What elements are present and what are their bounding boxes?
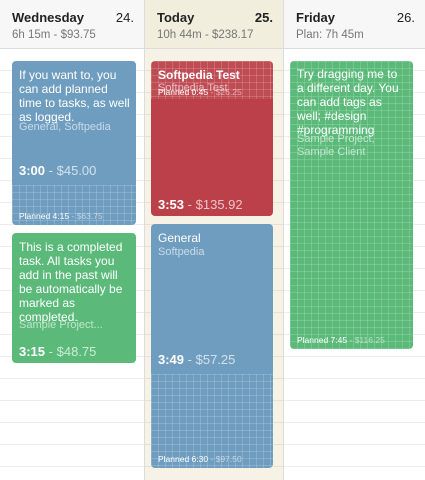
task-planned: Planned 6:30 - $97.50	[158, 454, 242, 464]
task-planned: Planned 4:15 - $63.75	[19, 211, 103, 221]
day-date: 24.	[115, 10, 134, 25]
task-planned: Planned 7:45 - $116.25	[297, 335, 385, 345]
task-title: Try dragging me to a different day. You …	[297, 67, 399, 137]
day-summary: 10h 44m - $238.17	[157, 29, 254, 41]
task-amount: $48.75	[56, 344, 97, 359]
separator: -	[349, 335, 353, 345]
day-header: Friday 26. Plan: 7h 45m	[284, 0, 425, 49]
task-project: Sample Project, Sample Client	[297, 133, 375, 158]
task-time: 3:15	[19, 344, 46, 359]
task-project: General, Softpedia	[19, 121, 111, 133]
task-amount: $135.92	[195, 197, 243, 212]
task-amount: $57.25	[195, 352, 236, 367]
task-title: General	[158, 231, 201, 245]
separator: -	[71, 211, 75, 221]
task-card[interactable]: Softpedia Test Softpedia Test Planned 0:…	[151, 61, 273, 216]
task-project: Softpedia	[158, 246, 205, 258]
task-logged-time: 3:49 - $57.25	[158, 352, 235, 367]
day-summary: Plan: 7h 45m	[296, 29, 364, 41]
task-title: Softpedia Test	[158, 68, 240, 82]
task-amount: $45.00	[56, 163, 97, 178]
task-time: 3:49	[158, 352, 185, 367]
task-planned: Planned 0:45 - $26.25	[158, 87, 242, 97]
day-summary: 6h 15m - $93.75	[12, 29, 96, 41]
task-card[interactable]: General Softpedia 3:49 - $57.25 Planned …	[151, 224, 273, 468]
day-column-today: Today 25. 10h 44m - $238.17 Softpedia Te…	[145, 0, 284, 480]
task-logged-time: 3:53 - $135.92	[158, 197, 243, 212]
task-card[interactable]: If you want to, you can add planned time…	[12, 61, 136, 225]
planned-amount: $97.50	[215, 454, 242, 464]
task-title: If you want to, you can add planned time…	[19, 68, 130, 124]
separator: -	[187, 197, 192, 212]
separator: -	[48, 163, 53, 178]
separator: -	[187, 352, 192, 367]
day-column-friday: Friday 26. Plan: 7h 45m Try dragging me …	[284, 0, 425, 480]
day-column-wednesday: Wednesday 24. 6h 15m - $93.75 If you wan…	[0, 0, 145, 480]
day-name: Friday	[296, 10, 336, 25]
task-title: This is a completed task. All tasks you …	[19, 240, 123, 324]
task-time: 3:53	[158, 197, 185, 212]
separator: -	[210, 87, 214, 97]
day-header: Today 25. 10h 44m - $238.17	[145, 0, 283, 49]
planned-label: Planned 0:45	[158, 87, 209, 97]
planned-label: Planned 7:45	[297, 335, 348, 345]
day-date: 25.	[254, 10, 273, 25]
task-logged-time: 3:15 - $48.75	[19, 344, 96, 359]
day-name: Wednesday	[12, 10, 85, 25]
day-name: Today	[157, 10, 195, 25]
planned-label: Planned 4:15	[19, 211, 70, 221]
day-date: 26.	[396, 10, 415, 25]
task-project: Sample Project...	[19, 319, 103, 331]
planned-amount: $26.25	[215, 87, 242, 97]
planned-amount: $63.75	[76, 211, 103, 221]
task-time: 3:00	[19, 163, 46, 178]
planned-label: Planned 6:30	[158, 454, 209, 464]
task-card[interactable]: This is a completed task. All tasks you …	[12, 233, 136, 363]
separator: -	[210, 454, 214, 464]
planned-amount: $116.25	[354, 335, 385, 345]
separator: -	[48, 344, 53, 359]
task-card[interactable]: Try dragging me to a different day. You …	[290, 61, 413, 349]
day-header: Wednesday 24. 6h 15m - $93.75	[0, 0, 144, 49]
task-logged-time: 3:00 - $45.00	[19, 163, 96, 178]
